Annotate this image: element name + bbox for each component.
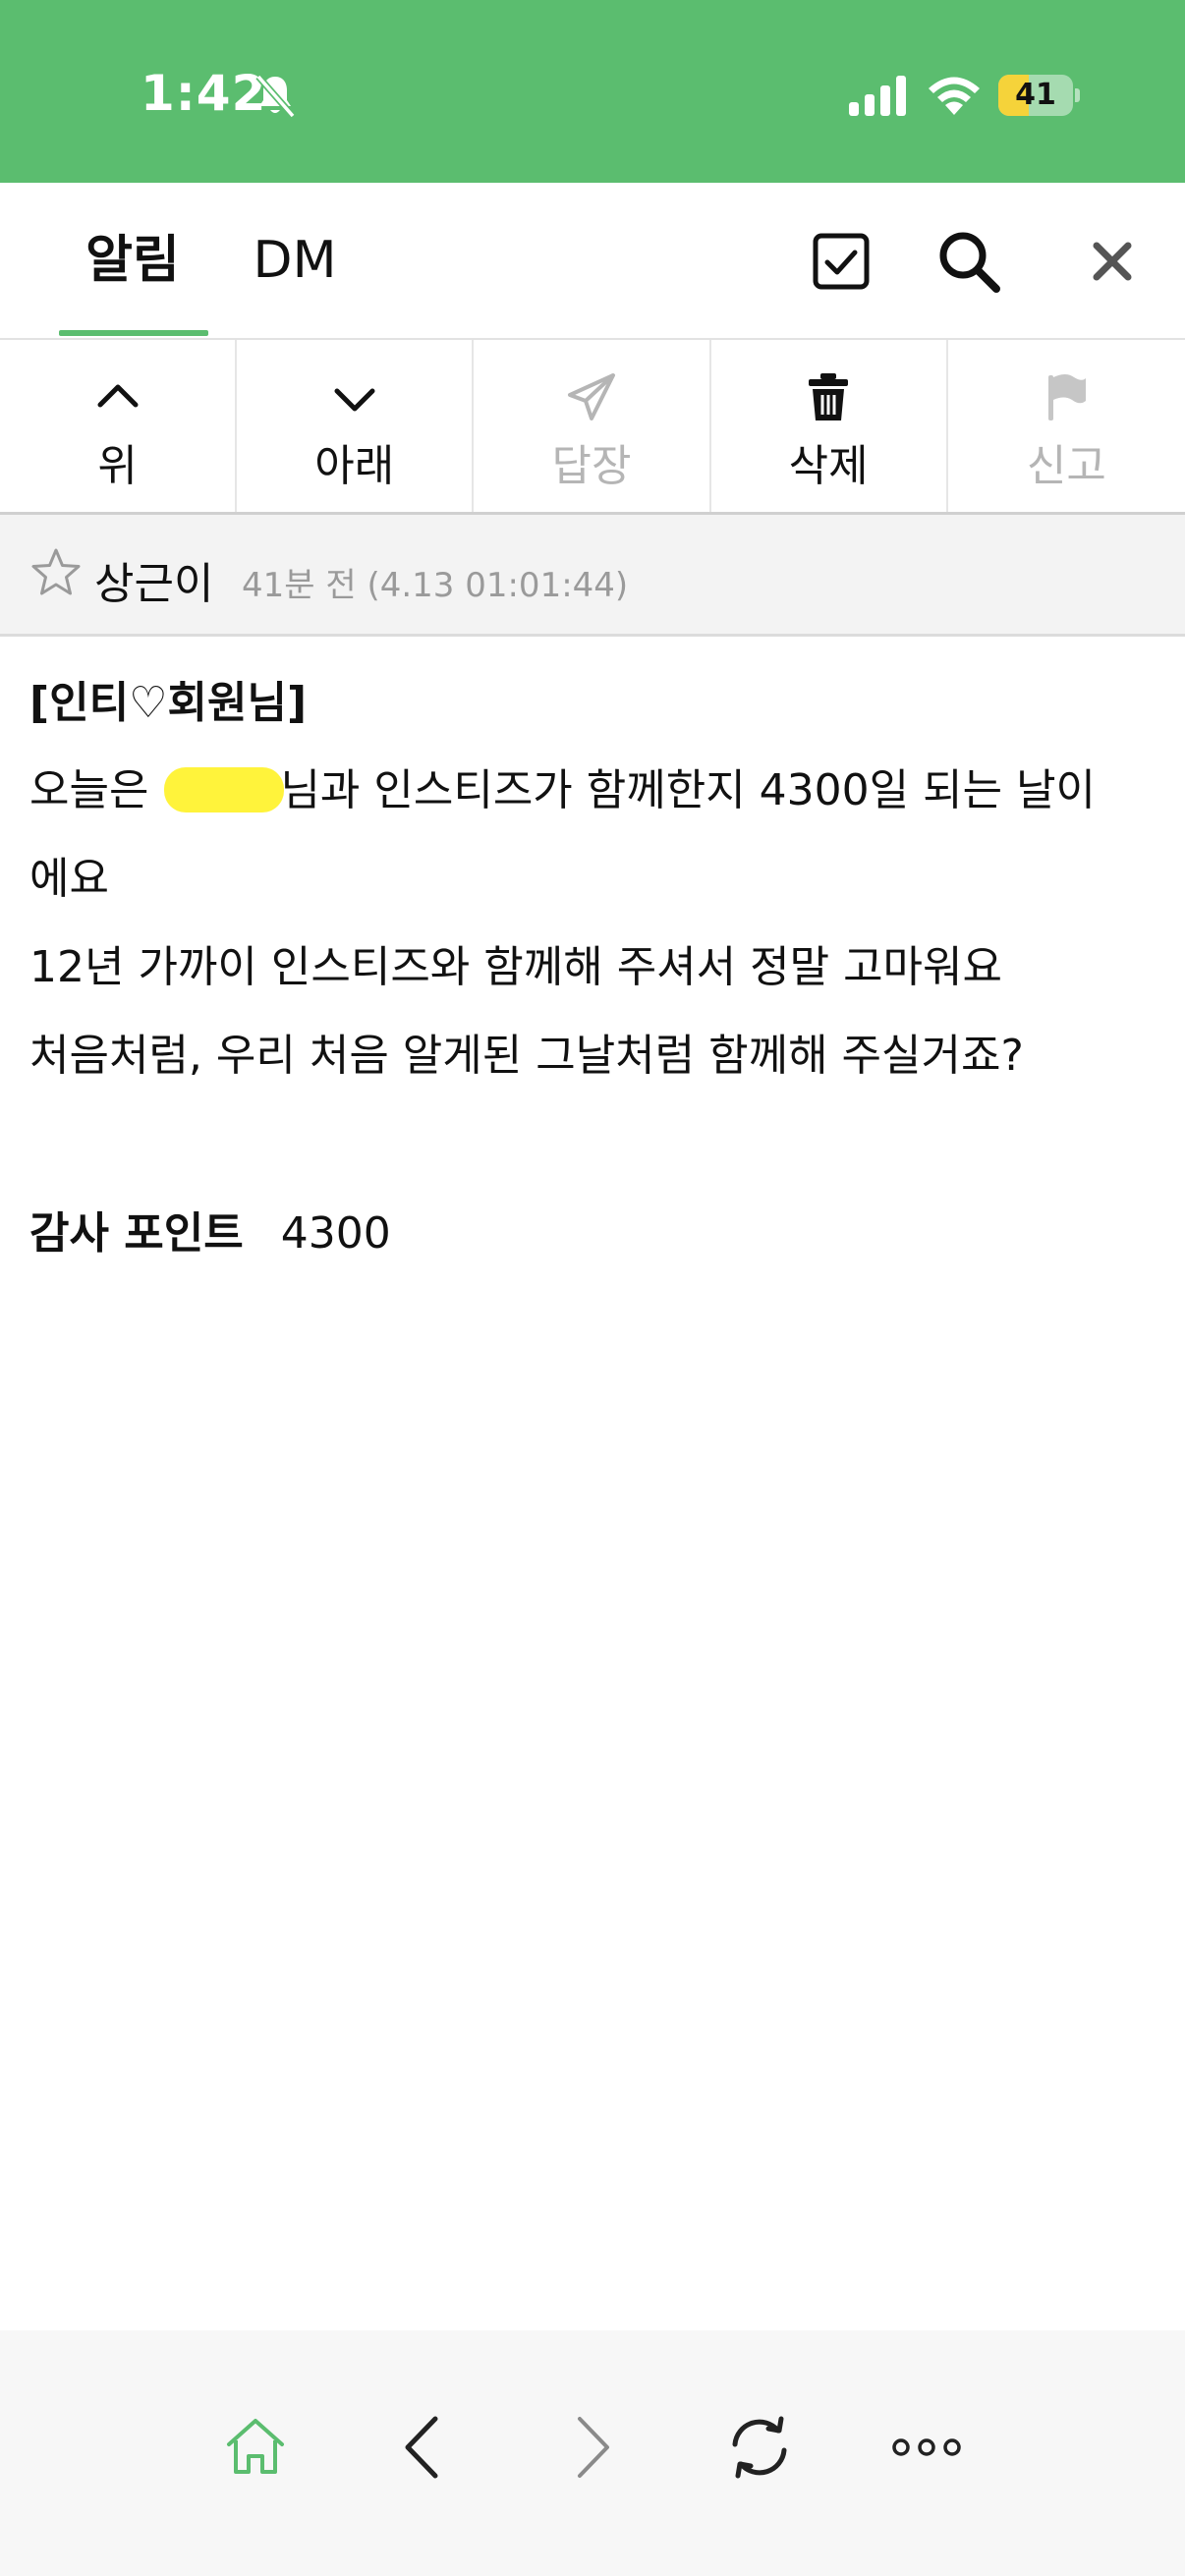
refresh-icon[interactable] — [723, 2411, 796, 2484]
signal-icon — [849, 76, 906, 116]
star-icon[interactable] — [29, 546, 83, 599]
search-icon[interactable] — [933, 226, 1004, 297]
paper-plane-icon — [567, 373, 615, 420]
home-icon[interactable] — [219, 2411, 292, 2484]
header: 알림 DM — [0, 183, 1185, 340]
trash-icon — [809, 373, 849, 420]
message-meta: 상근이 41분 전 (4.13 01:01:44) — [0, 515, 1185, 637]
wifi-icon — [929, 77, 980, 115]
chevron-down-icon — [334, 388, 375, 412]
down-button-label: 아래 — [314, 441, 395, 491]
forward-icon[interactable] — [556, 2411, 629, 2484]
message-line-4: 처음처럼, 우리 처음 알게된 그날처럼 함께해 주실거죠? — [29, 1031, 1024, 1081]
message-line-2: 에요 — [29, 854, 109, 904]
checkbox-icon[interactable] — [806, 226, 876, 297]
bottom-navigation — [0, 2330, 1185, 2576]
battery-indicator: 41 — [998, 75, 1081, 116]
reply-button[interactable]: 답장 — [474, 340, 711, 512]
sender-name[interactable]: 상근이 — [94, 548, 213, 611]
tab-dm[interactable]: DM — [251, 183, 339, 340]
battery-level: 41 — [1015, 78, 1056, 112]
message-line: 오늘은 님과 인스티즈가 함께한지 4300일 되는 날이 — [29, 747, 1159, 835]
report-button-label: 신고 — [1026, 441, 1106, 491]
delete-button[interactable]: 삭제 — [711, 340, 948, 512]
message-body: [인티♡회원님] 오늘은 님과 인스티즈가 함께한지 4300일 되는 날이 에… — [29, 674, 1159, 1100]
reply-button-label: 답장 — [551, 441, 632, 491]
points-value: 4300 — [280, 1208, 391, 1259]
status-bar: 1:42 41 — [0, 0, 1185, 183]
up-button-label: 위 — [97, 441, 138, 491]
points-row: 감사 포인트 4300 — [29, 1204, 391, 1263]
close-icon[interactable] — [1077, 226, 1148, 297]
tab-alerts[interactable]: 알림 — [57, 183, 208, 340]
status-time: 1:42 — [141, 65, 267, 122]
more-icon[interactable] — [890, 2411, 963, 2484]
delete-button-label: 삭제 — [788, 441, 869, 491]
report-button[interactable]: 신고 — [948, 340, 1185, 512]
message-toolbar: 위 아래 답장 삭제 신고 — [0, 340, 1185, 515]
chevron-up-icon — [97, 384, 139, 408]
message-timestamp: 41분 전 (4.13 01:01:44) — [242, 566, 629, 605]
back-icon[interactable] — [388, 2411, 461, 2484]
message-line-1-start: 오늘은 — [29, 765, 163, 815]
up-button[interactable]: 위 — [0, 340, 238, 512]
bell-muted-icon — [255, 74, 296, 119]
message-line-1-end: 님과 인스티즈가 함께한지 4300일 되는 날이 — [280, 765, 1097, 815]
flag-icon — [1048, 374, 1087, 420]
active-tab-indicator — [59, 330, 208, 336]
message-line-3: 12년 가까이 인스티즈와 함께해 주셔서 정말 고마워요 — [29, 942, 1002, 992]
message-title: [인티♡회원님] — [29, 678, 308, 728]
points-label: 감사 포인트 — [29, 1208, 244, 1259]
redacted-name-highlight — [164, 767, 285, 812]
down-button[interactable]: 아래 — [237, 340, 475, 512]
